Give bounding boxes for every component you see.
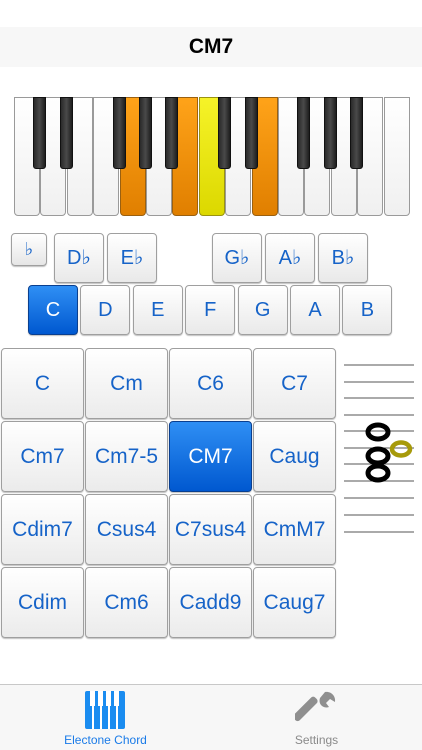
chord-button[interactable]: Cm [85,348,168,419]
keyboard-icon [85,691,125,729]
root-note-button[interactable]: C [28,285,78,335]
black-key [297,97,311,169]
accidental-button[interactable]: A♭ [265,233,315,283]
black-key [244,97,258,169]
accidental-button[interactable]: D♭ [54,233,104,283]
chord-button[interactable]: C7sus4 [169,494,252,565]
chord-button[interactable]: Csus4 [85,494,168,565]
black-key [218,97,232,169]
root-note-button[interactable]: A [290,285,340,335]
accidental-button[interactable]: B♭ [318,233,368,283]
chord-button[interactable]: Cm7 [1,421,84,492]
chord-button[interactable]: Cm7-5 [85,421,168,492]
accidental-button[interactable]: E♭ [107,233,157,283]
tab-label: Settings [294,733,339,747]
accidental-button[interactable]: G♭ [212,233,262,283]
tab-label: Electone Chord [64,733,147,747]
black-key [323,97,337,169]
black-key [165,97,179,169]
root-note-button[interactable]: F [185,285,236,335]
chord-button[interactable]: Cm6 [85,567,168,638]
root-note-button[interactable]: D [80,285,131,335]
piano-keyboard [14,97,410,216]
black-key [350,97,364,169]
tab-settings[interactable]: Settings [211,685,422,750]
chord-button[interactable]: C7 [253,348,336,419]
flat-toggle-button[interactable]: ♭ [11,233,47,266]
chord-button[interactable]: Caug7 [253,567,336,638]
black-key [139,97,152,169]
root-note-button[interactable]: G [237,285,288,335]
black-key [112,97,126,169]
chord-button[interactable]: Cdim [1,567,84,638]
chord-button[interactable]: Cadd9 [169,567,252,638]
wrench-icon [295,691,336,725]
chord-notes [365,422,413,483]
chord-button[interactable]: CmM7 [253,494,336,565]
black-key [33,97,47,169]
navigation-bar: CM7 [0,27,422,67]
music-staff [344,364,414,533]
black-key [59,97,73,169]
chord-button[interactable]: Cdim7 [1,494,84,565]
root-note-button[interactable]: E [132,285,183,335]
page-title: CM7 [188,35,234,58]
white-key [383,97,410,216]
chord-button[interactable]: C [1,348,84,419]
chord-button[interactable]: CM7 [169,421,252,492]
root-note-button[interactable]: B [342,285,393,335]
chord-button[interactable]: C6 [169,348,252,419]
tab-bar: Electone Chord Settings [0,684,422,750]
chord-button[interactable]: Caug [253,421,336,492]
tab-electone-chord[interactable]: Electone Chord [0,685,211,750]
